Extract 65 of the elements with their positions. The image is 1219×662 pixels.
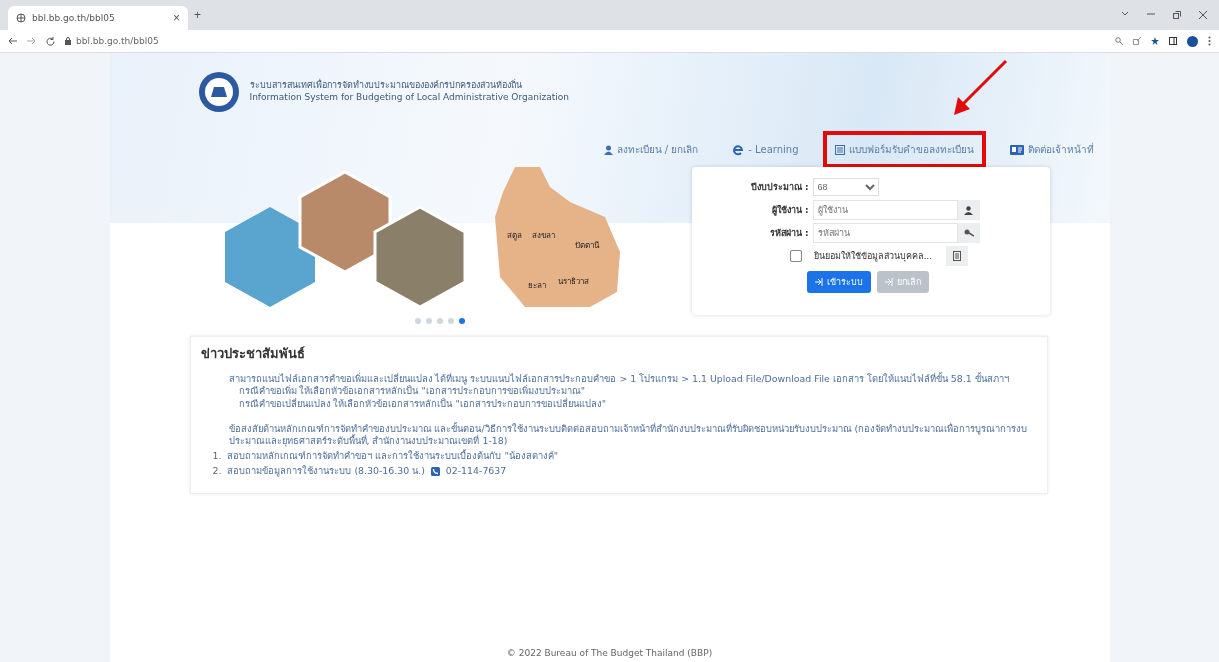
tab-title: bbl.bb.go.th/bbl05 (32, 13, 116, 23)
new-tab-button[interactable]: + (194, 8, 201, 22)
carousel-dot[interactable] (458, 318, 465, 324)
news-paragraph: ข้อสงสัยด้านหลักเกณฑ์การจัดทำคำของบประมาณ และขั้นตอน/วิธีการใช้งานระบบติดต่อสอบถามเจ้าหน้าที่สำนักงบประมาณที่รับผิดชอบหน่วยรับงบประมาณ (กองจัดทำงบประมาณเพื่อการบูรณาการงบประมาณและยุทธศาสตร์ระดับพื้นที่, สำนักงานงบประมาณเขตที่ 1-18) (227, 422, 1029, 448)
user-icon (957, 200, 980, 220)
reload-icon[interactable] (46, 36, 55, 46)
carousel-dot[interactable] (447, 318, 454, 324)
nav-link[interactable]: ลงทะเบียน / ยกเลิก (597, 138, 705, 161)
nav-link[interactable]: ติดต่อเจ้าหน้าที่ (1003, 138, 1100, 161)
system-title-english: Information System for Budgeting of Local Administrative Organization (249, 92, 569, 104)
news-line: กรณีคำขอเปลี่ยนแปลง ให้เลือกหัวข้อเอกสารหลักเป็น "เอกสารประกอบการขอเปลี่ยนแปลง" (237, 397, 608, 411)
map-label: นราธิวาส (557, 276, 589, 288)
carousel-dot[interactable] (425, 318, 432, 324)
close-tab-button[interactable]: × (173, 11, 180, 25)
carousel-dot[interactable] (436, 318, 443, 324)
news-paragraph: สามารถแนบไฟล์เอกสารคำขอเพิ่มและเปลี่ยนแปลง ได้ที่เมนู ระบบแนบไฟล์เอกสารประกอบคำขอ > 1 โปรแกรม > 1.1 Upload File/Download File เอกสาร โดยให้แนบไฟล์ที่ขั้น 58.1 ขั้นสภาฯ (227, 372, 1010, 385)
footer-copyright: © 2022 Bureau of The Budget Thailand (BBP) (505, 648, 714, 660)
browser-tab[interactable]: bbl.bb.go.th/bbl05 × (8, 6, 188, 30)
list-number: 1. (212, 450, 222, 463)
document-icon (834, 144, 845, 155)
nav-link[interactable]: แบบฟอร์มรับคำขอลงทะเบียน (826, 135, 982, 164)
close-icon[interactable] (1199, 11, 1207, 19)
password-field[interactable]: รหัสผ่าน (812, 223, 958, 243)
lock-icon (65, 37, 71, 45)
sign-in-arrow-icon (814, 278, 823, 286)
restore-icon[interactable] (1173, 11, 1181, 19)
star-icon[interactable] (1151, 37, 1159, 45)
map-label: สงขลา (531, 230, 555, 242)
map-label: ยะลา (527, 280, 546, 292)
year-select[interactable]: 68 (812, 178, 879, 196)
map-label: สตูล (506, 230, 522, 242)
letter-e-icon (732, 143, 745, 156)
url-text[interactable]: bbl.bb.go.th/bbl05 (76, 36, 159, 46)
share-icon[interactable] (1133, 37, 1141, 45)
username-field[interactable]: ผู้ใช้งาน (812, 200, 958, 220)
username-label: ผู้ใช้งาน : (770, 204, 809, 217)
map-label: ปัตตานี (574, 240, 599, 252)
more-options-icon[interactable] (1208, 36, 1211, 46)
consent-label: ยินยอมให้ใช้ข้อมูลส่วนบุคคล... (813, 250, 934, 263)
nav-link[interactable]: - Learning (726, 139, 805, 160)
sign-in-arrow-icon (884, 278, 893, 286)
list-item-text: สอบถามข้อมูลการใช้งานระบบ (8.30-16.30 น.) (227, 464, 425, 478)
news-line: กรณีคำขอเพิ่ม ให้เลือกหัวข้อเอกสารหลักเป็น "เอกสารประกอบการขอเพิ่มงบประมาณ" (237, 385, 587, 398)
list-number: 2. (212, 464, 222, 478)
password-label: รหัสผ่าน : (768, 227, 809, 240)
id-card-icon (1009, 144, 1024, 155)
globe-icon (16, 13, 26, 23)
consent-checkbox[interactable] (789, 250, 802, 262)
news-title: ข่าวประชาสัมพันธ์ (200, 345, 306, 363)
year-label: ปีงบประมาณ : (749, 181, 809, 194)
chevron-down-icon[interactable] (1121, 11, 1129, 17)
emblem-logo-icon (197, 71, 240, 113)
sidebar-icon[interactable] (1169, 37, 1177, 45)
phone-number: 02-114-7637 (445, 464, 507, 478)
login-button[interactable]: เข้าระบบ (806, 271, 871, 293)
carousel-dot[interactable] (414, 318, 421, 324)
phone-icon (430, 466, 440, 476)
back-arrow-icon[interactable] (8, 37, 17, 45)
document-icon[interactable] (945, 246, 968, 266)
user-icon (603, 144, 613, 155)
list-item-text: สอบถามหลักเกณฑ์การจัดทำคำขอฯ และการใช้งานระบบเบื้องต้นกับ "น้องสตางค์" (227, 450, 559, 463)
search-icon[interactable] (1115, 37, 1123, 45)
system-title-thai: ระบบสารสนเทศเพื่อการจัดทำงบประมาณขององค์กรปกครองส่วนท้องถิ่น (249, 80, 523, 92)
key-icon (957, 223, 980, 243)
profile-avatar-icon[interactable] (1187, 35, 1198, 47)
